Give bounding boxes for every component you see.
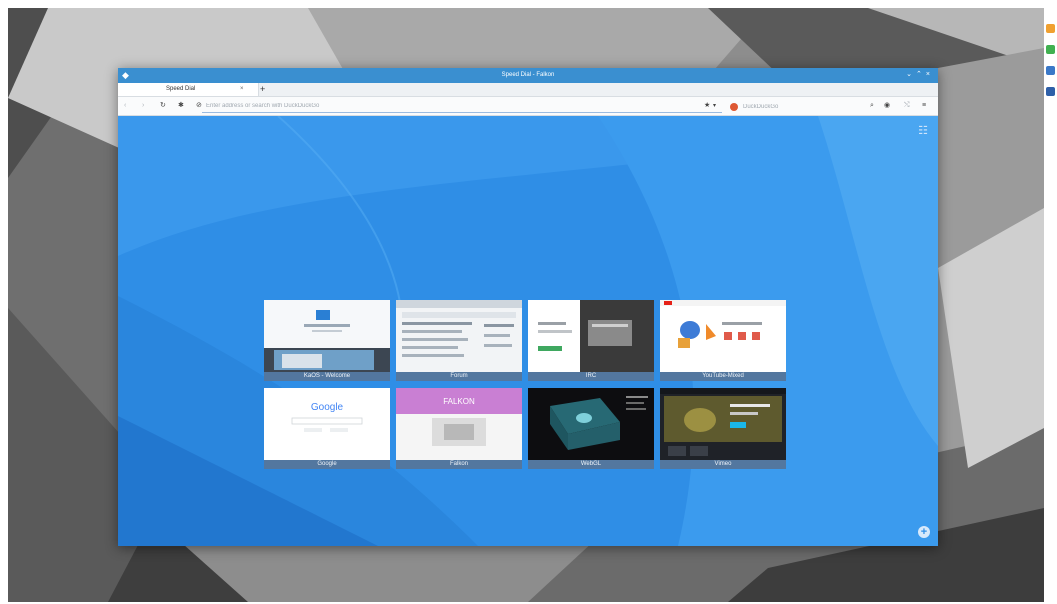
tools-icon[interactable]: ⤭ xyxy=(904,100,910,112)
falkon-logo-text: FALKON xyxy=(443,397,475,406)
speed-dial-title: IRC xyxy=(528,372,654,381)
window-title: Speed Dial - Falkon xyxy=(501,72,555,78)
speed-dial-item[interactable]: KaOS - Welcome xyxy=(264,300,390,381)
forum-thumbnail-icon xyxy=(396,300,522,372)
search-input[interactable] xyxy=(741,100,845,113)
tab-speed-dial[interactable]: Speed Dial × xyxy=(118,83,259,96)
app-icon[interactable] xyxy=(1046,24,1055,33)
reload-icon[interactable]: ↻ xyxy=(160,100,166,112)
google-thumbnail-icon: Google xyxy=(264,388,390,460)
window-controls: ⌄⌃× xyxy=(906,70,934,80)
forward-icon[interactable]: › xyxy=(142,100,144,112)
speed-dial-title: Vimeo xyxy=(660,460,786,469)
youtube-thumbnail-icon xyxy=(660,300,786,372)
app-icon[interactable] xyxy=(1046,87,1055,96)
speed-dial-title: Google xyxy=(264,460,390,469)
irc-thumbnail-icon xyxy=(528,300,654,372)
minimize-icon[interactable]: ⌄ xyxy=(906,71,916,78)
kaos-thumbnail-icon xyxy=(264,300,390,372)
tab-label: Speed Dial xyxy=(166,86,196,92)
speed-dial-item[interactable]: YouTube-Mixed xyxy=(660,300,786,381)
webgl-thumbnail-icon xyxy=(528,388,654,460)
app-icon[interactable] xyxy=(1046,66,1055,75)
address-bar: ⊘ ★ ▾ xyxy=(196,100,722,113)
downloads-icon[interactable]: ◉ xyxy=(884,100,890,112)
duckduckgo-icon[interactable] xyxy=(730,102,738,111)
speed-dial-item[interactable]: WebGL xyxy=(528,388,654,469)
main-menu-icon[interactable]: ≡ xyxy=(922,100,926,112)
window-titlebar[interactable]: ◆ Speed Dial - Falkon ⌄⌃× xyxy=(118,68,938,83)
home-icon[interactable]: ✱ xyxy=(178,100,184,112)
speed-dial-grid: KaOS - Welcome Forum IRC YouTube-Mixed G… xyxy=(264,300,786,470)
speed-dial-title: Forum xyxy=(396,372,522,381)
navigation-toolbar: ‹ › ↻ ✱ ⊘ ★ ▾ ⌕ ◉ ⤭ ≡ xyxy=(118,97,938,116)
url-input[interactable] xyxy=(202,100,696,111)
speed-dial-menu-icon[interactable]: ☷ xyxy=(918,126,928,137)
vimeo-thumbnail-icon xyxy=(660,388,786,460)
bookmark-star-icon[interactable]: ★ xyxy=(704,100,710,112)
speed-dial-item[interactable]: Google Google xyxy=(264,388,390,469)
speed-dial-item[interactable]: IRC xyxy=(528,300,654,381)
google-logo-text: Google xyxy=(311,402,344,413)
tab-bar: Speed Dial × + xyxy=(118,83,938,97)
speed-dial-title: YouTube-Mixed xyxy=(660,372,786,381)
speed-dial-title: WebGL xyxy=(528,460,654,469)
speed-dial-title: Falkon xyxy=(396,460,522,469)
app-icon[interactable] xyxy=(1046,45,1055,54)
speed-dial-item[interactable]: Vimeo xyxy=(660,388,786,469)
browser-window: ◆ Speed Dial - Falkon ⌄⌃× Speed Dial × +… xyxy=(118,68,938,546)
maximize-icon[interactable]: ⌃ xyxy=(916,71,926,78)
search-icon[interactable]: ⌕ xyxy=(870,100,874,112)
panel-edge-icons xyxy=(1046,24,1057,108)
speed-dial-item[interactable]: FALKON Falkon xyxy=(396,388,522,469)
new-tab-button[interactable]: + xyxy=(260,83,265,96)
speed-dial-page: ☷ KaOS - Welcome Forum IRC YouTube-Mixed… xyxy=(118,116,938,546)
speed-dial-item[interactable]: Forum xyxy=(396,300,522,381)
falkon-thumbnail-icon: FALKON xyxy=(396,388,522,460)
speed-dial-title: KaOS - Welcome xyxy=(264,372,390,381)
add-speed-dial-button[interactable]: + xyxy=(918,526,930,538)
bookmark-dropdown-icon[interactable]: ▾ xyxy=(713,100,716,112)
site-info-icon[interactable]: ⊘ xyxy=(196,100,202,112)
tab-close-icon[interactable]: × xyxy=(240,83,244,96)
close-icon[interactable]: × xyxy=(926,71,934,78)
search-bar xyxy=(730,100,860,113)
back-icon[interactable]: ‹ xyxy=(124,100,126,112)
